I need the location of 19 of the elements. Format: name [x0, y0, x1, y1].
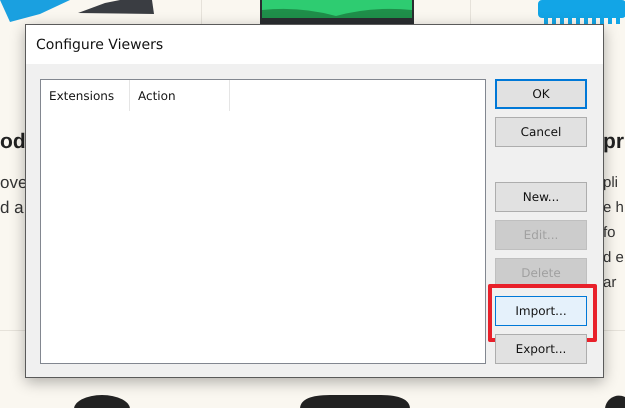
body-text: ar [603, 273, 618, 293]
book-icon [260, 0, 414, 24]
chip-icon [538, 0, 625, 26]
window-title: Configure Viewers [36, 36, 164, 52]
dialog-button[interactable]: OK [495, 79, 587, 109]
body-text: d e [603, 248, 624, 268]
column-header[interactable]: Action [130, 80, 230, 111]
rounded-shape-icon [300, 395, 410, 408]
column-header[interactable]: Extensions [41, 80, 130, 111]
dialog-button[interactable]: Cancel [495, 117, 587, 147]
body-text: e h [603, 198, 624, 218]
body-text: fo [603, 223, 617, 243]
body-text: d a [0, 197, 25, 219]
dialog-button[interactable]: Export... [495, 334, 587, 364]
heading-text: pr [603, 130, 624, 155]
dialog-button[interactable]: Import... [495, 296, 587, 326]
body-text: pli [603, 173, 620, 193]
heading-text: od [0, 130, 27, 155]
dialog-button[interactable]: New... [495, 182, 587, 212]
